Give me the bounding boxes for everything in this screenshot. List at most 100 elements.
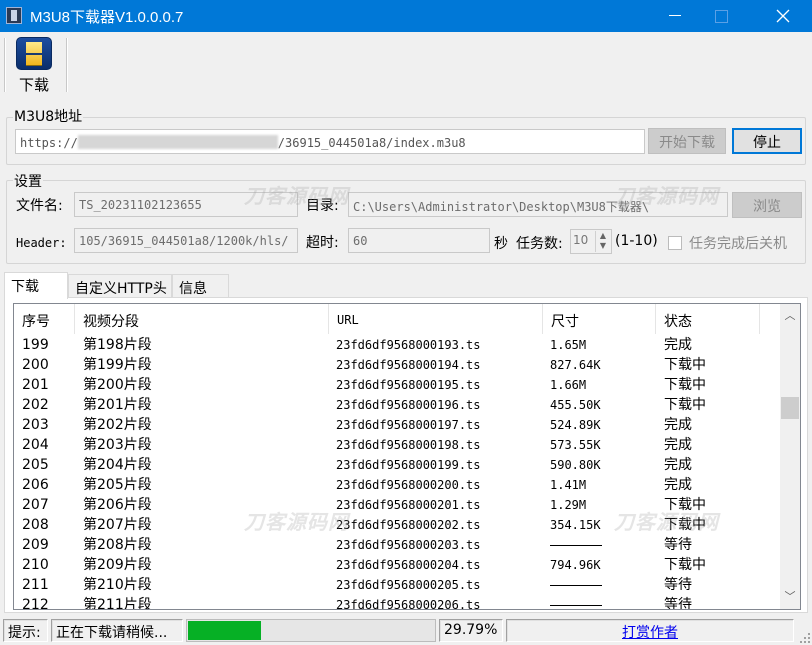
cell-segment: 第200片段 xyxy=(83,377,152,393)
resize-grip-icon[interactable] xyxy=(800,633,810,643)
table-row[interactable]: 204 第203片段 23fd6df9568000198.ts 573.55K 完成 xyxy=(14,435,780,455)
table-row[interactable]: 200 第199片段 23fd6df9568000194.ts 827.64K 下载中 xyxy=(14,355,780,375)
column-header-url[interactable]: URL xyxy=(329,304,543,334)
cell-segment: 第199片段 xyxy=(83,357,152,373)
download-toolbar-label: 下载 xyxy=(18,76,49,94)
maximize-button[interactable] xyxy=(698,0,744,32)
cell-index: 200 xyxy=(22,357,49,373)
scroll-up-icon[interactable]: ︿ xyxy=(780,306,800,326)
table-row[interactable]: 202 第201片段 23fd6df9568000196.ts 455.50K 下载中 xyxy=(14,395,780,415)
cell-url: 23fd6df9568000204.ts xyxy=(336,558,481,572)
cell-status: 完成 xyxy=(664,417,692,433)
stop-button[interactable]: 停止 xyxy=(732,128,802,154)
cell-url: 23fd6df9568000202.ts xyxy=(336,518,481,532)
cell-status: 下载中 xyxy=(664,397,706,413)
cell-segment: 第209片段 xyxy=(83,557,152,573)
cell-size: 1.41M xyxy=(550,478,587,492)
cell-segment: 第204片段 xyxy=(83,457,152,473)
cell-url: 23fd6df9568000200.ts xyxy=(336,478,481,492)
cell-size: 590.80K xyxy=(550,458,601,472)
progress-fill xyxy=(188,621,261,640)
cell-segment: 第202片段 xyxy=(83,417,152,433)
title-bar: M3U8下载器V1.0.0.0.7 xyxy=(0,0,812,32)
cell-index: 210 xyxy=(22,557,49,573)
cell-url: 23fd6df9568000201.ts xyxy=(336,498,481,512)
settings-group-label: 设置 xyxy=(13,171,43,191)
cell-size: 794.96K xyxy=(550,558,601,572)
scrollbar-thumb[interactable] xyxy=(781,397,799,419)
shutdown-label: 任务完成后关机 xyxy=(689,236,787,252)
close-icon xyxy=(776,9,790,23)
close-button[interactable] xyxy=(760,0,806,32)
seconds-label: 秒 xyxy=(494,236,508,252)
table-row[interactable]: 201 第200片段 23fd6df9568000195.ts 1.66M 下载中 xyxy=(14,375,780,395)
tasks-spinner[interactable]: 10 ▲ ▼ xyxy=(570,229,612,254)
table-row[interactable]: 205 第204片段 23fd6df9568000199.ts 590.80K 完成 xyxy=(14,455,780,475)
m3u8-url-input[interactable]: https:// /36915_044501a8/index.m3u8 xyxy=(15,129,645,154)
column-header-index[interactable]: 序号 xyxy=(14,304,75,334)
directory-input[interactable]: C:\Users\Administrator\Desktop\M3U8下载器\ xyxy=(348,192,728,217)
cell-status: 下载中 xyxy=(664,497,706,513)
tasks-label: 任务数: xyxy=(516,236,563,252)
column-header-size[interactable]: 尺寸 xyxy=(543,304,656,334)
timeout-input[interactable]: 60 xyxy=(348,228,490,253)
table-row[interactable]: 207 第206片段 23fd6df9568000201.ts 1.29M 下载中 xyxy=(14,495,780,515)
cell-index: 207 xyxy=(22,497,49,513)
cell-index: 202 xyxy=(22,397,49,413)
cell-size: 455.50K xyxy=(550,398,601,412)
cell-status: 等待 xyxy=(664,577,692,593)
table-row[interactable]: 208 第207片段 23fd6df9568000202.ts 354.15K 下载中 xyxy=(14,515,780,535)
tab-download[interactable]: 下载 xyxy=(4,272,68,299)
filename-input[interactable]: TS_20231102123655 xyxy=(74,192,298,217)
column-header-status[interactable]: 状态 xyxy=(656,304,760,334)
cell-segment: 第210片段 xyxy=(83,577,152,593)
minimize-button[interactable] xyxy=(652,0,698,32)
column-header-segment[interactable]: 视频分段 xyxy=(75,304,329,334)
start-download-button[interactable]: 开始下载 xyxy=(648,128,726,154)
cell-segment: 第206片段 xyxy=(83,497,152,513)
table-row[interactable]: 199 第198片段 23fd6df9568000193.ts 1.65M 完成 xyxy=(14,335,780,355)
cell-url: 23fd6df9568000195.ts xyxy=(336,378,481,392)
cell-segment: 第205片段 xyxy=(83,477,152,493)
cell-status: 等待 xyxy=(664,597,692,610)
cell-status: 完成 xyxy=(664,337,692,353)
film-icon xyxy=(6,7,22,24)
table-row[interactable]: 211 第210片段 23fd6df9568000205.ts 等待 xyxy=(14,575,780,595)
download-toolbar-button[interactable]: 下载 xyxy=(10,34,58,94)
tab-custom-http-header[interactable]: 自定义HTTP头 xyxy=(68,274,172,298)
cell-segment: 第208片段 xyxy=(83,537,152,553)
scroll-down-icon[interactable]: ﹀ xyxy=(780,587,800,607)
tab-info[interactable]: 信息 xyxy=(172,274,229,298)
window-title: M3U8下载器V1.0.0.0.7 xyxy=(30,9,184,26)
vertical-scrollbar[interactable]: ︿ ﹀ xyxy=(780,304,800,609)
cell-size: 827.64K xyxy=(550,358,601,372)
donate-link[interactable]: 打赏作者 xyxy=(622,625,678,641)
shutdown-checkbox[interactable] xyxy=(668,236,682,250)
cell-size: 573.55K xyxy=(550,438,601,452)
cell-status: 下载中 xyxy=(664,357,706,373)
cell-index: 206 xyxy=(22,477,49,493)
film-reel-icon xyxy=(16,37,52,70)
cell-index: 212 xyxy=(22,597,49,610)
table-row[interactable]: 212 第211片段 23fd6df9568000206.ts 等待 xyxy=(14,595,780,610)
url-redacted xyxy=(77,135,278,149)
header-label: Header: xyxy=(16,236,67,250)
cell-url: 23fd6df9568000205.ts xyxy=(336,578,481,592)
cell-index: 201 xyxy=(22,377,49,393)
size-placeholder-dash xyxy=(550,605,602,606)
cell-segment: 第198片段 xyxy=(83,337,152,353)
cell-index: 204 xyxy=(22,437,49,453)
spinner-arrows-icon[interactable]: ▲ ▼ xyxy=(595,231,610,252)
table-row[interactable]: 206 第205片段 23fd6df9568000200.ts 1.41M 完成 xyxy=(14,475,780,495)
header-input[interactable]: 105/36915_044501a8/1200k/hls/ xyxy=(74,228,298,253)
cell-index: 211 xyxy=(22,577,49,593)
size-placeholder-dash xyxy=(550,585,602,586)
table-row[interactable]: 203 第202片段 23fd6df9568000197.ts 524.89K 完成 xyxy=(14,415,780,435)
cell-index: 209 xyxy=(22,537,49,553)
cell-url: 23fd6df9568000203.ts xyxy=(336,538,481,552)
cell-status: 完成 xyxy=(664,457,692,473)
segment-list[interactable]: 序号 视频分段 URL 尺寸 状态 199 第198片段 23fd6df956800… xyxy=(13,303,801,610)
table-row[interactable]: 210 第209片段 23fd6df9568000204.ts 794.96K 下载中 xyxy=(14,555,780,575)
table-row[interactable]: 209 第208片段 23fd6df9568000203.ts 等待 xyxy=(14,535,780,555)
browse-button[interactable]: 浏览 xyxy=(732,192,802,218)
